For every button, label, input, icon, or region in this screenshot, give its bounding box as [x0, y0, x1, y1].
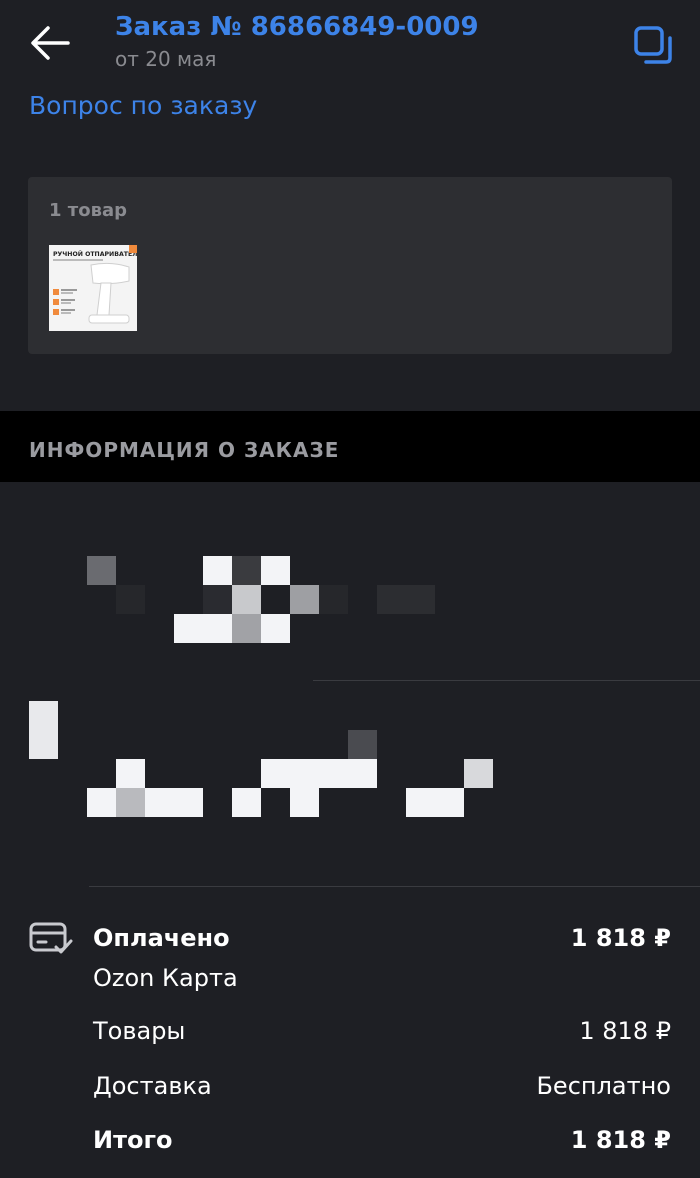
- copy-icon: [634, 26, 672, 64]
- delivery-value: Бесплатно: [536, 1072, 671, 1100]
- payment-status-amount: 1 818 ₽: [570, 924, 671, 952]
- order-date: от 20 мая: [115, 47, 217, 71]
- payment-method: Ozon Карта: [93, 964, 238, 992]
- order-title: Заказ № 86866849-0009: [115, 12, 479, 42]
- copy-button[interactable]: [632, 24, 676, 68]
- payment-status-label: Оплачено: [93, 924, 230, 952]
- delivery-label: Доставка: [93, 1072, 212, 1100]
- divider: [89, 886, 700, 887]
- arrow-left-icon: [31, 26, 70, 60]
- svg-text:РУЧНОЙ ОТПАРИВАТЕЛЬ: РУЧНОЙ ОТПАРИВАТЕЛЬ: [53, 249, 137, 258]
- divider: [313, 680, 700, 681]
- total-value: 1 818 ₽: [570, 1126, 671, 1154]
- goods-value: 1 818 ₽: [579, 1017, 671, 1045]
- goods-label: Товары: [93, 1017, 186, 1045]
- order-items-card[interactable]: 1 товар РУЧНОЙ ОТПАРИВАТЕЛЬ: [28, 177, 672, 354]
- items-count: 1 товар: [49, 200, 128, 221]
- total-label: Итого: [93, 1126, 173, 1154]
- card-check-icon: [29, 922, 73, 956]
- order-question-link[interactable]: Вопрос по заказу: [29, 91, 257, 120]
- back-button[interactable]: [28, 22, 74, 64]
- steamer-product-image: РУЧНОЙ ОТПАРИВАТЕЛЬ: [49, 245, 137, 331]
- order-info-title: ИНФОРМАЦИЯ О ЗАКАЗЕ: [29, 438, 340, 462]
- product-thumbnail[interactable]: РУЧНОЙ ОТПАРИВАТЕЛЬ: [49, 245, 137, 331]
